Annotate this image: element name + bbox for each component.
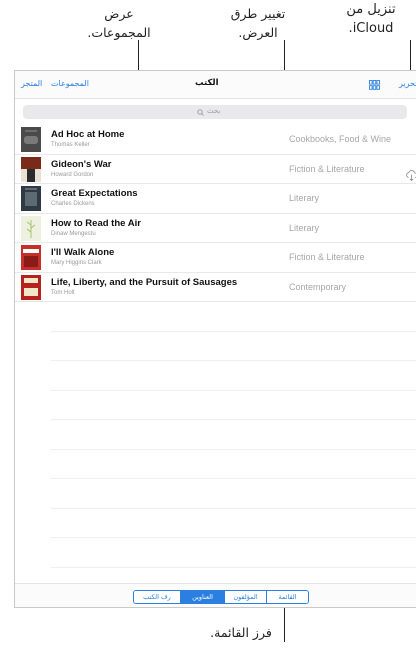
book-author: Tom Holt [51,289,75,296]
sort-segmented-control: رف الكتب العناوين المؤلفون القائمة [133,590,309,604]
callout-sort-list: فرز القائمة. [198,624,284,642]
book-genre: Literary [289,222,320,233]
book-genre: Fiction & Literature [289,252,365,262]
book-cover [21,245,41,270]
empty-row [51,302,416,332]
search-field[interactable]: بحث [23,105,407,119]
book-cover [21,274,41,300]
page-title: الكتب [195,78,219,88]
callout-text: المجموعات. [87,25,151,40]
book-genre: Contemporary [289,281,347,292]
book-row[interactable]: Life, Liberty, and the Pursuit of Sausag… [15,273,416,302]
book-author: Dinaw Mengestu [51,230,96,237]
book-cover [21,127,41,152]
empty-row [51,450,416,479]
book-cover [21,156,41,182]
book-author: Mary Higgins Clark [51,260,102,266]
book-title: I'll Walk Alone [51,247,115,258]
ipad-screen: المتجر المجموعات الكتب تحرير بحث Ad Hoc … [14,70,416,608]
book-list: Ad Hoc at Home Thomas Keller Cookbooks, … [15,125,416,597]
book-title: Ad Hoc at Home [51,129,125,140]
sort-by-collection-button[interactable]: رف الكتب [134,591,180,603]
callout-text: عرض [104,6,134,21]
empty-row [51,538,416,568]
book-genre: Literary [289,193,320,203]
callout-text: فرز القائمة. [210,625,272,640]
book-title: Life, Liberty, and the Pursuit of Sausag… [51,276,238,288]
edit-button[interactable]: تحرير [399,79,416,88]
book-title: Great Expectations [51,188,138,199]
callout-download-icloud: تنزيل من iCloud. [326,0,416,38]
callout-text: تنزيل من [346,2,396,17]
book-row[interactable]: I'll Walk Alone Mary Higgins Clark Ficti… [15,243,416,273]
empty-row [51,361,416,391]
callout-text: العرض. [238,25,278,40]
callout-change-view: تغيير طرق العرض. [208,4,308,42]
callout-text: iCloud. [348,21,394,36]
grid-icon[interactable] [369,80,380,90]
book-author: Thomas Keller [51,142,90,148]
callout-show-collections: عرض المجموعات. [64,4,174,42]
book-row[interactable]: Great Expectations Charles Dickens Liter… [15,184,416,214]
book-cover [21,215,41,241]
book-author: Howard Gordon [51,171,94,178]
book-title: How to Read the Air [51,217,141,229]
sort-by-list-button[interactable]: القائمة [266,591,308,603]
callout-text: تغيير طرق [230,6,286,21]
sort-by-author-button[interactable]: المؤلفون [224,591,266,603]
book-row[interactable]: Gideon's War Howard Gordon Fiction & Lit… [15,155,416,184]
empty-row [51,420,416,450]
empty-row [51,391,416,420]
book-author: Charles Dickens [51,201,95,207]
book-cover [21,186,41,211]
book-row[interactable]: How to Read the Air Dinaw Mengestu Liter… [15,214,416,243]
sort-toolbar: رف الكتب العناوين المؤلفون القائمة [15,583,416,607]
empty-row [51,479,416,509]
book-title: Gideon's War [51,158,112,170]
empty-row [51,332,416,361]
collections-button[interactable]: المجموعات [51,79,89,88]
empty-row [51,509,416,538]
book-genre: Cookbooks, Food & Wine [289,134,392,144]
navigation-bar: المتجر المجموعات الكتب تحرير [15,71,416,99]
search-placeholder: بحث [207,107,221,115]
book-row[interactable]: Ad Hoc at Home Thomas Keller Cookbooks, … [15,125,416,155]
store-button[interactable]: المتجر [21,79,42,88]
search-icon [197,109,204,116]
book-genre: Fiction & Literature [289,163,365,174]
sort-by-title-button[interactable]: العناوين [180,591,224,603]
icloud-download-icon[interactable] [405,169,416,182]
